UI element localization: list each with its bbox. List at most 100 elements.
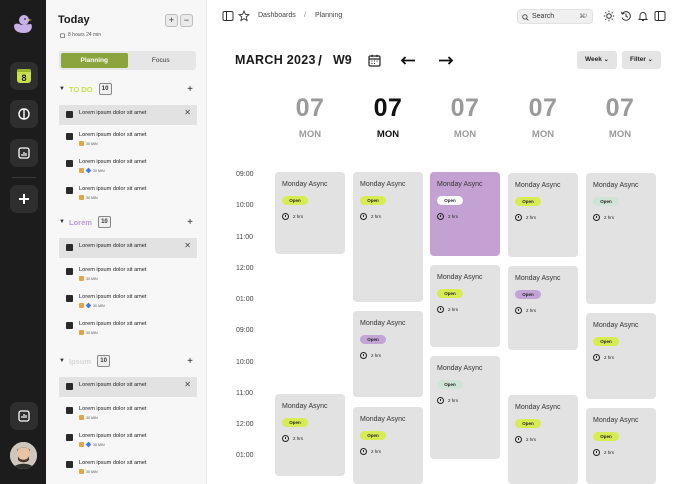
sidebar-title: Today bbox=[58, 14, 90, 26]
day-header[interactable]: 07 MON bbox=[513, 94, 573, 140]
dashboard-button[interactable] bbox=[10, 139, 38, 167]
star-icon[interactable] bbox=[238, 10, 250, 22]
close-icon[interactable]: ✕ bbox=[184, 380, 191, 389]
section-header[interactable]: ▼ Ipsum 10 + bbox=[59, 354, 199, 368]
task-item[interactable]: Lorem ipsum dolor sit amet ✕ bbox=[59, 238, 197, 258]
close-icon[interactable]: ✕ bbox=[184, 241, 191, 250]
top-bar: Dashboards / Planning Search ⌘/ bbox=[207, 0, 680, 33]
arrow-right-icon[interactable] bbox=[438, 56, 454, 65]
task-checkbox[interactable] bbox=[66, 111, 73, 118]
event-card[interactable]: Monday Async Open 2 hrs bbox=[586, 313, 656, 399]
time-label: 01:00 bbox=[236, 296, 254, 303]
task-item[interactable]: Lorem ipsum dolor sit amet 30 MIN bbox=[59, 262, 197, 282]
task-checkbox[interactable] bbox=[66, 434, 73, 441]
task-checkbox[interactable] bbox=[66, 160, 73, 167]
calendar-icon[interactable] bbox=[368, 54, 381, 67]
task-item[interactable]: Lorem ipsum dolor sit amet 30 MIN bbox=[59, 455, 197, 475]
add-button[interactable] bbox=[10, 185, 38, 213]
reports-button[interactable] bbox=[10, 402, 38, 430]
task-item[interactable]: Lorem ipsum dolor sit amet ✕ bbox=[59, 377, 197, 397]
event-card[interactable]: Monday Async Open 2 hrs bbox=[586, 408, 656, 484]
bell-icon[interactable] bbox=[637, 10, 649, 22]
collapse-button[interactable]: − bbox=[180, 14, 193, 27]
duration-text: 2 hrs bbox=[371, 449, 382, 454]
duration-text: 2 hrs bbox=[448, 307, 459, 312]
event-title: Monday Async bbox=[437, 365, 483, 372]
task-checkbox[interactable] bbox=[66, 295, 73, 302]
panel-toggle-icon[interactable] bbox=[654, 10, 666, 22]
task-item[interactable]: Lorem ipsum dolor sit amet 30 MIN bbox=[59, 154, 197, 174]
breadcrumb-dashboards[interactable]: Dashboards bbox=[258, 12, 296, 19]
event-card[interactable]: Monday Async Open 2 hrs bbox=[508, 266, 578, 350]
day-header[interactable]: 07 MON bbox=[590, 94, 650, 140]
duck-logo-icon[interactable] bbox=[11, 12, 35, 36]
user-avatar[interactable] bbox=[10, 442, 37, 469]
add-icon[interactable]: + bbox=[187, 356, 193, 367]
day-header[interactable]: 07 MON bbox=[435, 94, 495, 140]
view-dropdown[interactable]: Week ⌄ bbox=[577, 51, 617, 69]
sidebar-toggle-icon[interactable] bbox=[222, 10, 234, 22]
event-card[interactable]: Monday Async Open 2 hrs bbox=[353, 172, 423, 302]
app-rail: 8 bbox=[0, 0, 46, 484]
task-checkbox[interactable] bbox=[66, 322, 73, 329]
event-card[interactable]: Monday Async Open 2 hrs bbox=[430, 265, 500, 347]
task-checkbox[interactable] bbox=[66, 407, 73, 414]
event-card[interactable]: Monday Async Open 2 hrs bbox=[275, 394, 345, 476]
task-checkbox[interactable] bbox=[66, 268, 73, 275]
event-duration: 2 hrs bbox=[515, 307, 536, 314]
focus-button[interactable] bbox=[10, 100, 38, 128]
breadcrumb-planning[interactable]: Planning bbox=[315, 12, 342, 19]
event-card[interactable]: Monday Async Open 2 hrs bbox=[353, 407, 423, 484]
status-badge: Open bbox=[593, 432, 619, 441]
task-item[interactable]: Lorem ipsum dolor sit amet 30 MIN bbox=[59, 127, 197, 147]
task-item[interactable]: Lorem ipsum dolor sit amet 30 MIN bbox=[59, 289, 197, 309]
history-icon[interactable] bbox=[620, 10, 632, 22]
task-checkbox[interactable] bbox=[66, 461, 73, 468]
event-card-selected[interactable]: Monday Async Open 2 hrs bbox=[430, 172, 500, 256]
task-checkbox[interactable] bbox=[66, 244, 73, 251]
task-duration: 30 MIN bbox=[86, 195, 98, 200]
time-label: 10:00 bbox=[236, 202, 254, 209]
section-count: 10 bbox=[98, 83, 112, 95]
today-calendar-button[interactable]: 8 bbox=[10, 62, 38, 90]
task-item[interactable]: Lorem ipsum dolor sit amet 30 MIN bbox=[59, 401, 197, 421]
task-item[interactable]: Lorem ipsum dolor sit amet 30 MIN bbox=[59, 316, 197, 336]
event-title: Monday Async bbox=[437, 181, 483, 188]
event-card[interactable]: Monday Async Open 2 hrs bbox=[586, 173, 656, 304]
task-checkbox[interactable] bbox=[66, 383, 73, 390]
add-icon[interactable]: + bbox=[187, 217, 193, 228]
add-task-button[interactable]: + bbox=[165, 14, 178, 27]
task-item[interactable]: Lorem ipsum dolor sit amet 30 MIN bbox=[59, 181, 197, 201]
task-item[interactable]: Lorem ipsum dolor sit amet 30 MIN bbox=[59, 428, 197, 448]
arrow-left-icon[interactable] bbox=[400, 56, 416, 65]
event-card[interactable]: Monday Async Open 2 hrs bbox=[275, 172, 345, 254]
event-card[interactable]: Monday Async Open 2 hrs bbox=[430, 356, 500, 459]
task-checkbox[interactable] bbox=[66, 187, 73, 194]
event-card[interactable]: Monday Async Open 2 hrs bbox=[508, 395, 578, 484]
tab-focus[interactable]: Focus bbox=[128, 53, 195, 68]
section-header[interactable]: ▼ TO DO 10 + bbox=[59, 82, 199, 96]
duration-text: 2 hrs bbox=[448, 214, 459, 219]
sun-icon[interactable] bbox=[603, 10, 615, 22]
close-icon[interactable]: ✕ bbox=[184, 108, 191, 117]
task-text: Lorem ipsum dolor sit amet bbox=[79, 110, 147, 116]
task-meta: 30 MIN bbox=[79, 330, 98, 335]
tab-planning[interactable]: Planning bbox=[61, 53, 128, 68]
chart-icon bbox=[18, 147, 30, 159]
section-header[interactable]: ▼ Lorem 10 + bbox=[59, 215, 199, 229]
day-header[interactable]: 07 MON bbox=[280, 94, 340, 140]
search-input[interactable]: Search ⌘/ bbox=[517, 9, 593, 24]
task-text: Lorem ipsum dolor sit amet bbox=[79, 294, 147, 300]
day-header-today[interactable]: 07 MON bbox=[358, 94, 418, 140]
task-meta: 30 MIN bbox=[79, 469, 98, 474]
filter-dropdown[interactable]: Filter ⌄ bbox=[622, 51, 661, 69]
search-icon bbox=[522, 13, 529, 21]
task-item[interactable]: Lorem ipsum dolor sit amet ✕ bbox=[59, 105, 197, 125]
event-card[interactable]: Monday Async Open 2 hrs bbox=[353, 311, 423, 397]
task-checkbox[interactable] bbox=[66, 133, 73, 140]
task-text: Lorem ipsum dolor sit amet bbox=[79, 406, 147, 412]
chevron-down-icon: ▼ bbox=[59, 86, 65, 92]
add-icon[interactable]: + bbox=[187, 84, 193, 95]
priority-icon bbox=[79, 469, 84, 474]
event-card[interactable]: Monday Async Open 2 hrs bbox=[508, 173, 578, 257]
